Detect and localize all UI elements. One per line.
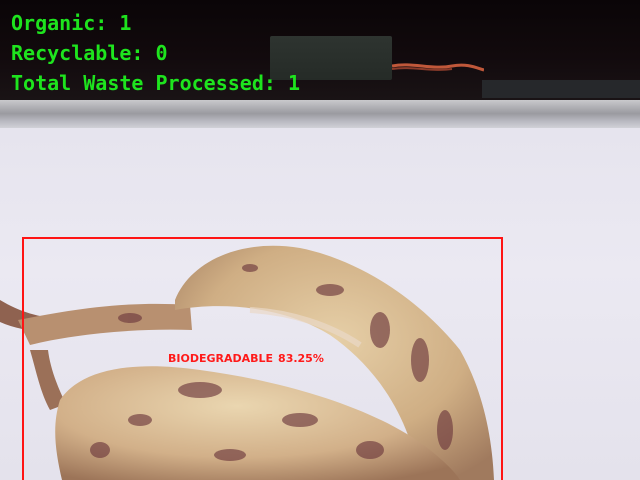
detection-confidence: 83.25%	[278, 352, 324, 365]
organic-count-label: Organic: 1	[11, 11, 132, 35]
recyclable-count-label: Recyclable: 0	[11, 41, 168, 65]
shelf-edge	[0, 100, 640, 130]
background-cable-dark	[482, 80, 640, 98]
detection-class: BIODEGRADABLE	[168, 352, 274, 365]
total-processed-label: Total Waste Processed: 1	[11, 71, 300, 95]
background-cable	[392, 63, 484, 72]
detection-label: BIODEGRADABLE 83.25%	[168, 352, 324, 365]
camera-feed: Organic: 1 Recyclable: 0 Total Waste Pro…	[0, 0, 640, 480]
